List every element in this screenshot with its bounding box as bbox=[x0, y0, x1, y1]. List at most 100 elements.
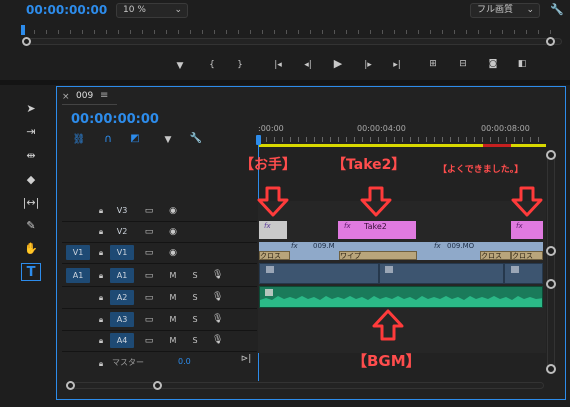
overwrite-icon[interactable]: ⊟ bbox=[456, 59, 470, 69]
solo-button[interactable]: S bbox=[190, 336, 200, 346]
comparison-icon[interactable]: ◧ bbox=[515, 59, 529, 69]
mic-icon[interactable]: 🎙︎ bbox=[212, 270, 223, 280]
hscroll-handle-left[interactable] bbox=[66, 381, 75, 390]
go-to-in-icon[interactable]: |◂ bbox=[270, 60, 286, 70]
sync-lock-icon[interactable]: ▭ bbox=[143, 227, 155, 237]
settings-wrench-icon[interactable]: 🔧 bbox=[189, 134, 203, 144]
solo-button[interactable]: S bbox=[190, 315, 200, 325]
playhead-marker[interactable] bbox=[256, 135, 261, 145]
track-target-v2[interactable]: V2 bbox=[110, 224, 134, 239]
eye-icon[interactable]: ◉ bbox=[167, 248, 179, 258]
razor-icon[interactable]: ◆ bbox=[21, 171, 41, 189]
transition-cross-2[interactable]: クロス bbox=[480, 251, 511, 260]
add-marker-icon[interactable]: ▼ bbox=[162, 135, 174, 145]
scroll-handle-bottom[interactable] bbox=[546, 364, 556, 374]
lock-icon[interactable]: 🔒︎ bbox=[96, 293, 106, 303]
step-forward-icon[interactable]: |▸ bbox=[361, 60, 375, 70]
lock-icon[interactable]: 🔒︎ bbox=[96, 206, 106, 216]
nest-icon[interactable]: ⛓ bbox=[72, 135, 86, 145]
zoom-handle-right[interactable] bbox=[546, 37, 555, 46]
sync-lock-icon[interactable]: ▭ bbox=[143, 336, 155, 346]
sync-lock-icon[interactable]: ▭ bbox=[143, 315, 155, 325]
marker-icon[interactable]: ▼ bbox=[174, 61, 186, 71]
eye-icon[interactable]: ◉ bbox=[167, 227, 179, 237]
transition-cross-3[interactable]: クロス bbox=[511, 251, 543, 260]
clip-a2-bgm[interactable] bbox=[259, 286, 543, 308]
hscroll-handle-right[interactable] bbox=[153, 381, 162, 390]
master-volume[interactable]: 0.0 bbox=[178, 357, 191, 366]
quality-select[interactable]: フル画質 ⌄ bbox=[470, 3, 540, 18]
slip-icon[interactable]: |↔| bbox=[21, 194, 41, 212]
mark-out-icon[interactable]: } bbox=[234, 60, 246, 70]
clip-a1-a[interactable] bbox=[259, 263, 379, 284]
track-select-icon[interactable]: ⇥ bbox=[21, 123, 41, 141]
lock-icon[interactable]: 🔒︎ bbox=[96, 248, 106, 258]
selection-tool-icon[interactable]: ➤ bbox=[21, 100, 41, 118]
sync-lock-icon[interactable]: ▭ bbox=[143, 248, 155, 258]
mute-button[interactable]: M bbox=[168, 315, 178, 325]
lock-icon[interactable]: 🔒︎ bbox=[96, 271, 106, 281]
scroll-handle-lower[interactable] bbox=[546, 279, 556, 289]
program-playhead[interactable] bbox=[21, 25, 25, 35]
program-ruler[interactable] bbox=[22, 22, 558, 34]
track-target-a3[interactable]: A3 bbox=[110, 312, 134, 327]
panel-menu-icon[interactable]: ≡ bbox=[100, 90, 108, 101]
source-patch-a1[interactable]: A1 bbox=[66, 268, 90, 283]
ripple-edit-icon[interactable]: ⇹ bbox=[21, 147, 41, 165]
go-to-out-icon[interactable]: ▸| bbox=[389, 60, 405, 70]
transition-cross-1[interactable]: クロス bbox=[259, 251, 290, 260]
clip-a1-c[interactable] bbox=[504, 263, 543, 284]
type-tool-icon[interactable]: T bbox=[21, 263, 41, 281]
source-patch-v1[interactable]: V1 bbox=[66, 245, 90, 260]
track-target-a4[interactable]: A4 bbox=[110, 333, 134, 348]
hand-icon[interactable]: ✋ bbox=[21, 240, 41, 258]
camera-icon[interactable]: ◙ bbox=[486, 59, 500, 69]
track-target-a2[interactable]: A2 bbox=[110, 290, 134, 305]
mic-icon[interactable]: 🎙︎ bbox=[212, 292, 223, 302]
solo-button[interactable]: S bbox=[190, 271, 200, 281]
track-target-v3[interactable]: V3 bbox=[110, 203, 134, 218]
insert-icon[interactable]: ⊞ bbox=[426, 59, 440, 69]
scroll-handle-mid[interactable] bbox=[546, 246, 556, 256]
scroll-handle-top[interactable] bbox=[546, 150, 556, 160]
lock-icon[interactable]: 🔒︎ bbox=[96, 315, 106, 325]
solo-button[interactable]: S bbox=[190, 293, 200, 303]
track-target-a1[interactable]: A1 bbox=[110, 268, 134, 283]
sequence-tab[interactable]: 009 bbox=[76, 91, 93, 101]
mute-button[interactable]: M bbox=[168, 293, 178, 303]
lock-icon[interactable]: 🔒︎ bbox=[96, 227, 106, 237]
mute-button[interactable]: M bbox=[168, 336, 178, 346]
vertical-scrollbar[interactable] bbox=[547, 153, 555, 373]
clip-v2-yoku[interactable]: fx bbox=[511, 221, 543, 239]
go-to-end-icon[interactable]: ⊳| bbox=[240, 354, 252, 364]
sequence-timecode[interactable]: 00:00:00:00 bbox=[71, 112, 159, 127]
lock-icon[interactable]: 🔒︎ bbox=[96, 359, 106, 369]
zoom-handle-left[interactable] bbox=[22, 37, 31, 46]
program-zoom-bar[interactable] bbox=[24, 38, 562, 45]
clip-v2-ote[interactable]: fx bbox=[259, 221, 287, 239]
sync-lock-icon[interactable]: ▭ bbox=[143, 271, 155, 281]
step-back-icon[interactable]: ◂| bbox=[301, 60, 315, 70]
play-icon[interactable]: ▶ bbox=[331, 58, 345, 69]
program-timecode[interactable]: 00:00:00:00 bbox=[26, 3, 107, 17]
track-target-v1[interactable]: V1 bbox=[110, 245, 134, 260]
mic-icon[interactable]: 🎙︎ bbox=[212, 335, 223, 345]
chevron-down-icon: ⌄ bbox=[174, 5, 182, 15]
horizontal-scrollbar[interactable] bbox=[66, 382, 544, 389]
lock-icon[interactable]: 🔒︎ bbox=[96, 336, 106, 346]
snap-icon[interactable]: ∩ bbox=[101, 133, 115, 144]
zoom-select[interactable]: 10 % ⌄ bbox=[116, 3, 188, 18]
transition-wipe[interactable]: ワイプ bbox=[339, 251, 417, 260]
sync-lock-icon[interactable]: ▭ bbox=[143, 293, 155, 303]
sync-lock-icon[interactable]: ▭ bbox=[143, 206, 155, 216]
clip-v2-take2[interactable]: fx Take2 bbox=[338, 221, 416, 239]
pen-icon[interactable]: ✎ bbox=[21, 217, 41, 235]
mark-in-icon[interactable]: { bbox=[206, 60, 218, 70]
clip-a1-b[interactable] bbox=[379, 263, 504, 284]
mute-button[interactable]: M bbox=[168, 271, 178, 281]
eye-icon[interactable]: ◉ bbox=[167, 206, 179, 216]
mic-icon[interactable]: 🎙︎ bbox=[212, 314, 223, 324]
linked-selection-icon[interactable]: ◩ bbox=[128, 134, 142, 144]
wrench-icon[interactable]: 🔧 bbox=[550, 3, 564, 16]
close-icon[interactable]: × bbox=[62, 92, 70, 102]
